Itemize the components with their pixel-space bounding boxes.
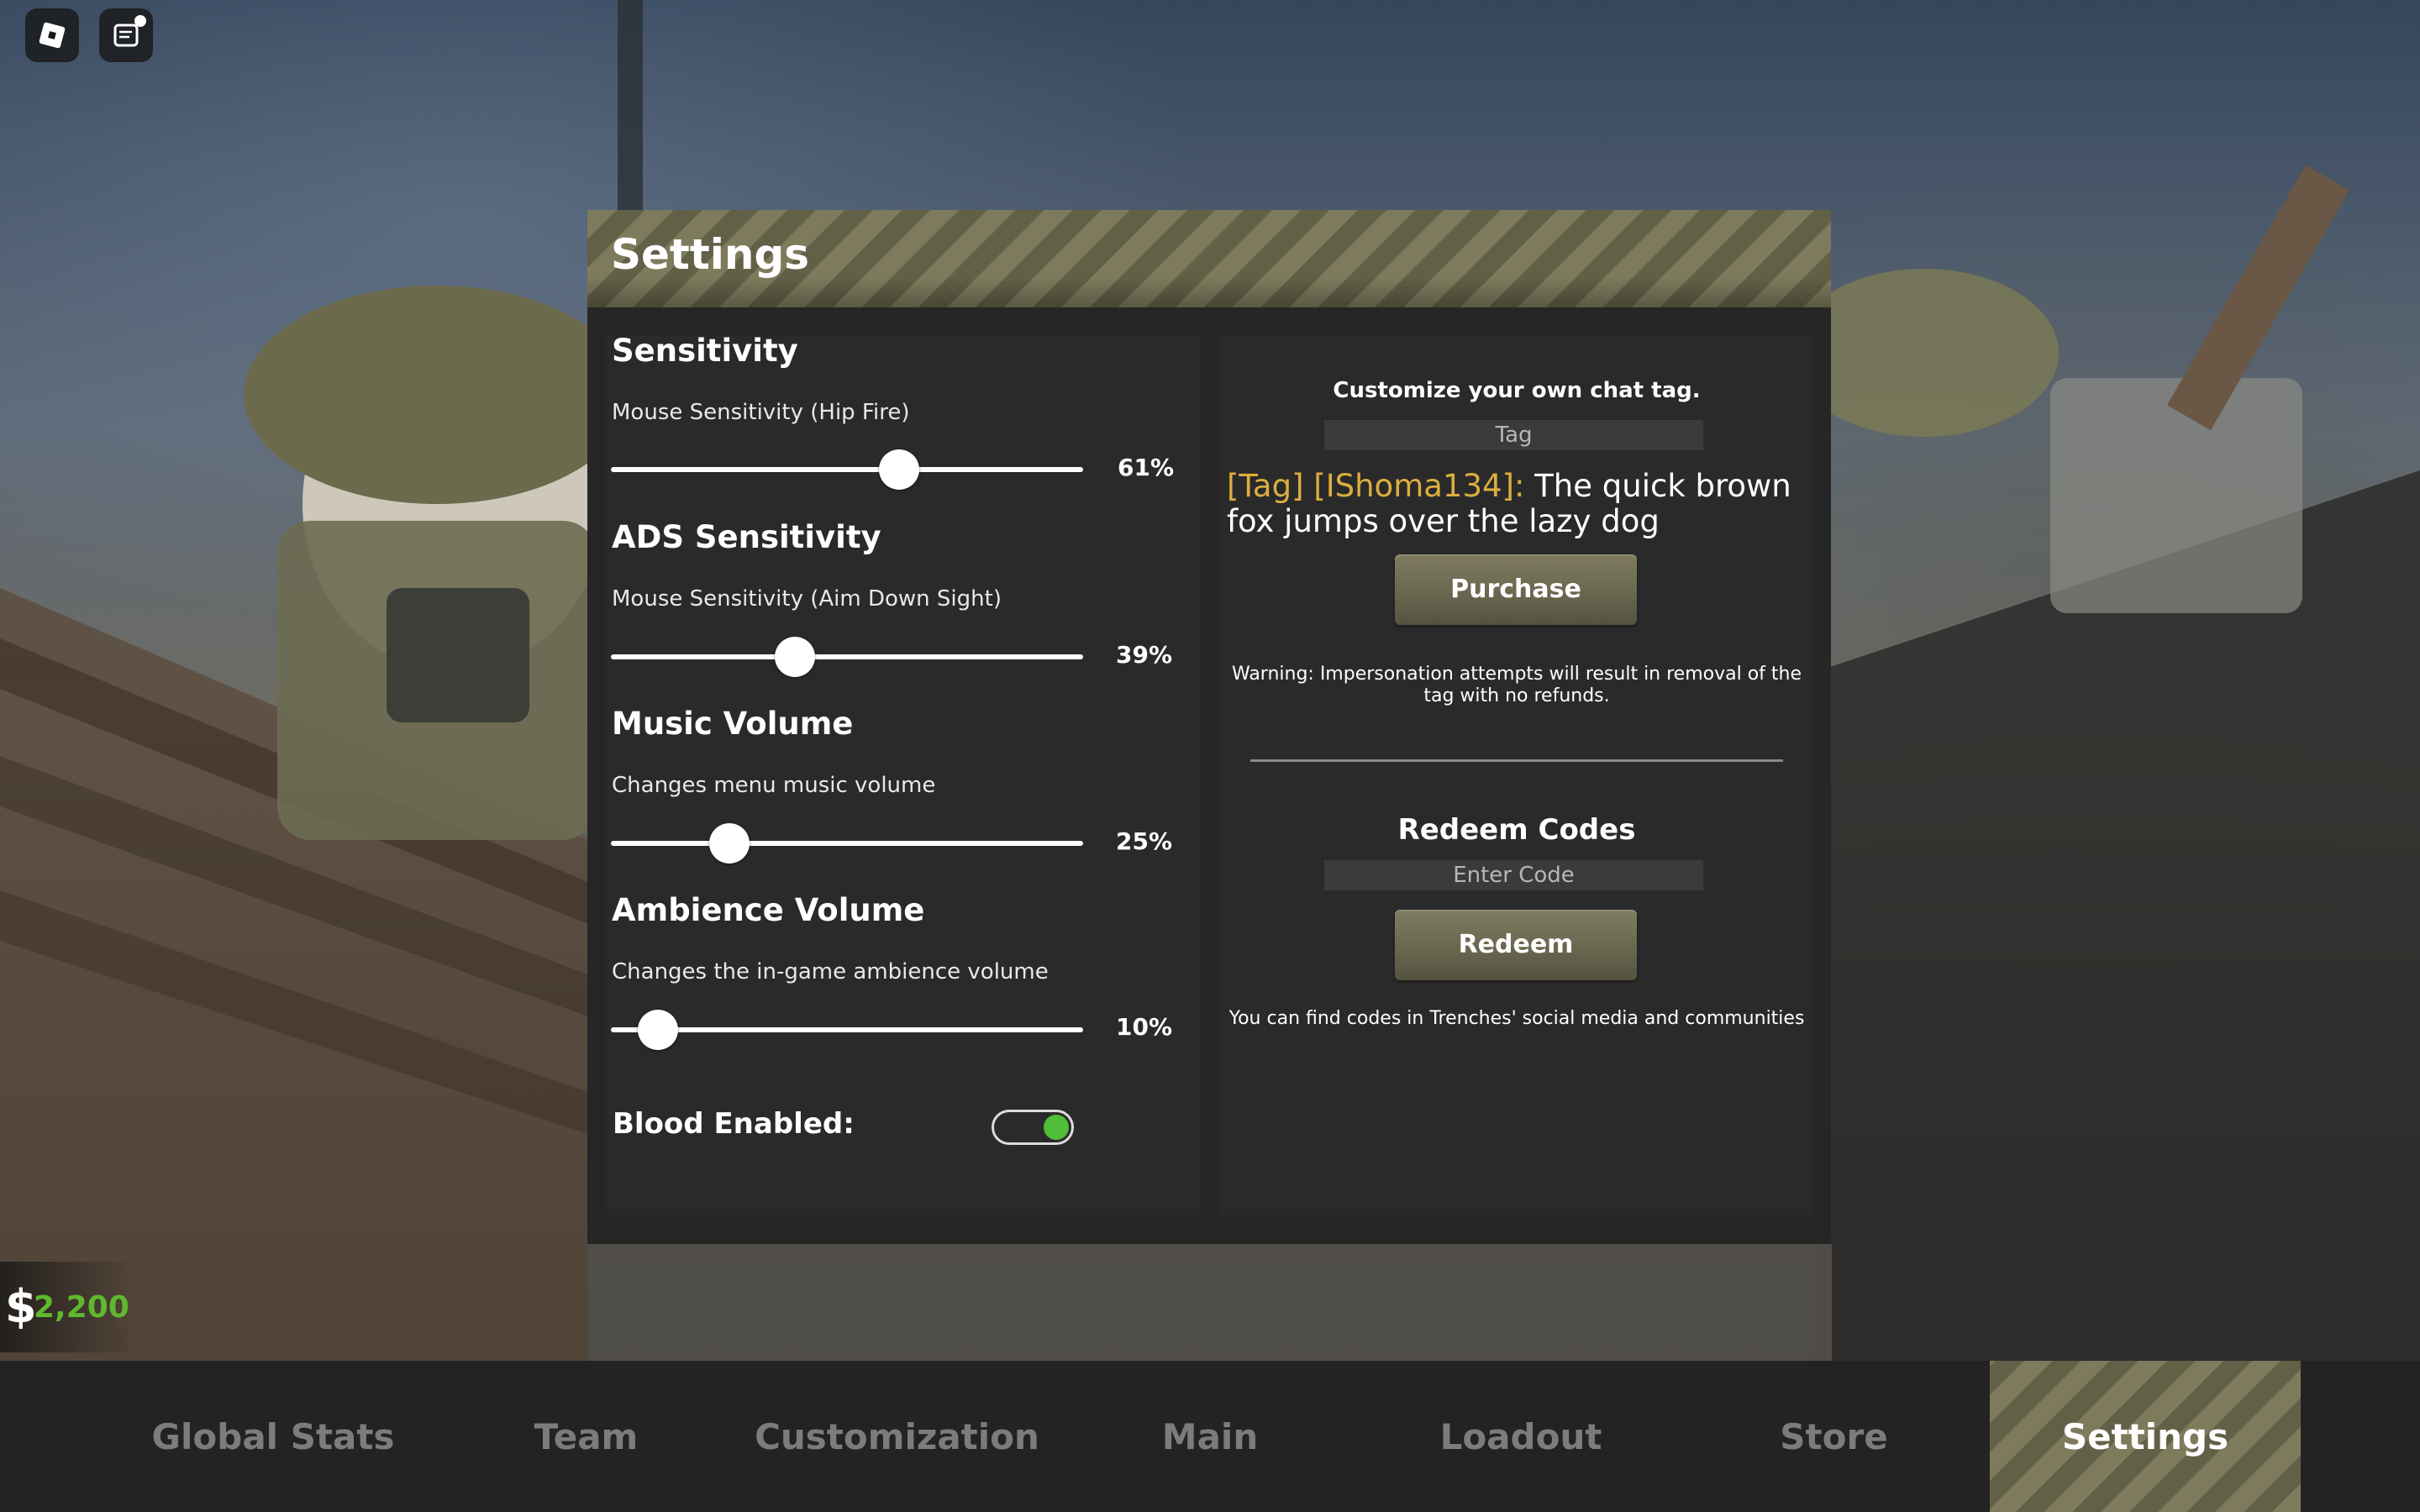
tab-main[interactable]: Main <box>1092 1361 1328 1512</box>
redeem-codes-note: You can find codes in Trenches' social m… <box>1228 1008 1805 1029</box>
section-divider <box>1250 759 1783 762</box>
tab-loadout[interactable]: Loadout <box>1395 1361 1647 1512</box>
currency-symbol: $ <box>5 1280 37 1333</box>
code-input[interactable]: Enter Code <box>1324 860 1703 890</box>
toggle-knob <box>1044 1115 1069 1140</box>
roblox-logo-icon <box>39 22 66 49</box>
slider-knob[interactable] <box>708 823 750 864</box>
slider-track[interactable] <box>611 841 1083 846</box>
section-title: Sensitivity <box>612 333 798 369</box>
slider-track[interactable] <box>611 654 1083 659</box>
impersonation-warning: Warning: Impersonation attempts will res… <box>1231 664 1802 706</box>
tab-team[interactable]: Team <box>471 1361 702 1512</box>
redeem-codes-heading: Redeem Codes <box>1397 813 1636 847</box>
slider-value: 25% <box>1116 827 1173 855</box>
currency-amount: 2,200 <box>34 1290 129 1325</box>
chat-tag-heading: Customize your own chat tag. <box>1333 378 1701 403</box>
chat-tag-preview: [Tag] [IShoma134]: The quick brown fox j… <box>1227 469 1807 539</box>
tab-global-stats[interactable]: Global Stats <box>130 1361 416 1512</box>
section-subtitle: Changes the in-game ambience volume <box>612 959 1049 984</box>
slider-knob[interactable] <box>638 1010 679 1050</box>
section-subtitle: Changes menu music volume <box>612 773 936 798</box>
slider-value: 39% <box>1116 641 1173 669</box>
section-title: Music Volume <box>612 706 854 742</box>
tag-preview-name: [Tag] [IShoma134]: <box>1227 468 1525 504</box>
section-subtitle: Mouse Sensitivity (Aim Down Sight) <box>612 586 1002 612</box>
slider-value: 10% <box>1116 1013 1173 1041</box>
blood-enabled-toggle[interactable] <box>992 1110 1074 1145</box>
section-subtitle: Mouse Sensitivity (Hip Fire) <box>612 400 910 425</box>
slider-track[interactable] <box>611 1027 1083 1032</box>
redeem-button[interactable]: Redeem <box>1395 910 1637 980</box>
tab-store[interactable]: Store <box>1714 1361 1954 1512</box>
chat-button[interactable] <box>99 8 153 62</box>
blood-enabled-label: Blood Enabled: <box>613 1107 855 1141</box>
tab-settings[interactable]: Settings <box>1990 1361 2301 1512</box>
roblox-menu-button[interactable] <box>25 8 79 62</box>
slider-value: 61% <box>1118 454 1175 481</box>
section-title: Ambience Volume <box>612 892 925 928</box>
slider-knob[interactable] <box>878 449 919 490</box>
notification-dot <box>134 15 146 27</box>
tab-customization[interactable]: Customization <box>752 1361 1042 1512</box>
slider-knob[interactable] <box>775 637 816 677</box>
purchase-button[interactable]: Purchase <box>1395 554 1637 625</box>
section-title: ADS Sensitivity <box>612 519 881 555</box>
slider-track[interactable] <box>611 467 1083 472</box>
currency-display: $ 2,200 <box>0 1262 134 1352</box>
settings-title: Settings <box>611 230 810 279</box>
tag-input[interactable]: Tag <box>1324 420 1703 450</box>
